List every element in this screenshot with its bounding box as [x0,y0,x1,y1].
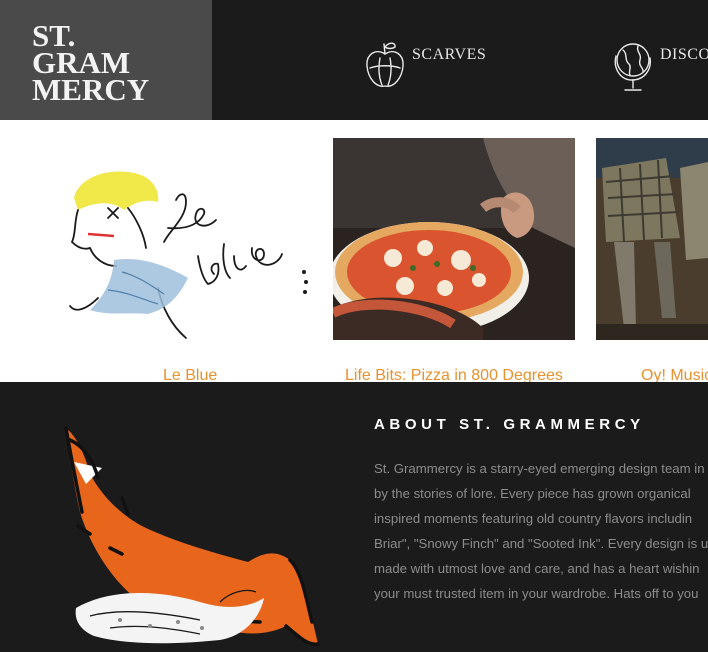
apple-sketch-icon [366,42,404,87]
globe-sketch-icon [614,43,651,91]
site-header: ST. GRAM MERCY SCARVES DISCO [0,0,708,120]
caption-pizza[interactable]: Life Bits: Pizza in 800 Degrees [345,367,563,382]
nav-label-scarves: SCARVES [412,46,487,63]
nav-item-scarves[interactable]: SCARVES [362,38,486,94]
about-line: St. Grammercy is a starry-eyed emerging … [374,461,705,476]
about-title: ABOUT ST. GRAMMERCY [374,416,645,433]
about-line: by the stories of lore. Every piece has … [374,486,691,501]
about-line: inspired moments featuring old country f… [374,511,693,526]
brand-logo-text: ST. GRAM MERCY [32,20,150,107]
fox-scarf-illustration [64,426,320,646]
about-line: made with utmost love and care, and has … [374,561,700,576]
gallery-strip: Le Blue Life Bits: Pizza in 800 Degrees … [0,120,708,382]
brand-logo[interactable]: ST. GRAM MERCY [0,0,212,120]
nav-label-disco: DISCO [660,46,708,63]
about-line: Briar", "Snowy Finch" and "Sooted Ink". … [374,536,708,551]
gallery-card-music[interactable]: Oy! Music [596,138,708,382]
about-paragraph: St. Grammercy is a starry-eyed emerging … [374,456,708,606]
le-blue-illustration[interactable] [68,138,312,340]
about-line: your must trusted item in your wardrobe.… [374,586,699,601]
pizza-photo[interactable] [333,138,575,340]
about-section: ABOUT ST. GRAMMERCY St. Grammercy is a s… [0,382,708,652]
caption-music[interactable]: Oy! Music [641,367,708,382]
brand-line-3: MERCY [32,72,150,107]
gallery-card-pizza[interactable]: Life Bits: Pizza in 800 Degrees [333,138,575,382]
caption-le-blue[interactable]: Le Blue [163,367,217,382]
nav-item-disco[interactable]: DISCO [610,38,708,94]
kilt-dancers-photo[interactable] [596,138,708,340]
gallery-card-le-blue[interactable]: Le Blue [68,138,312,382]
